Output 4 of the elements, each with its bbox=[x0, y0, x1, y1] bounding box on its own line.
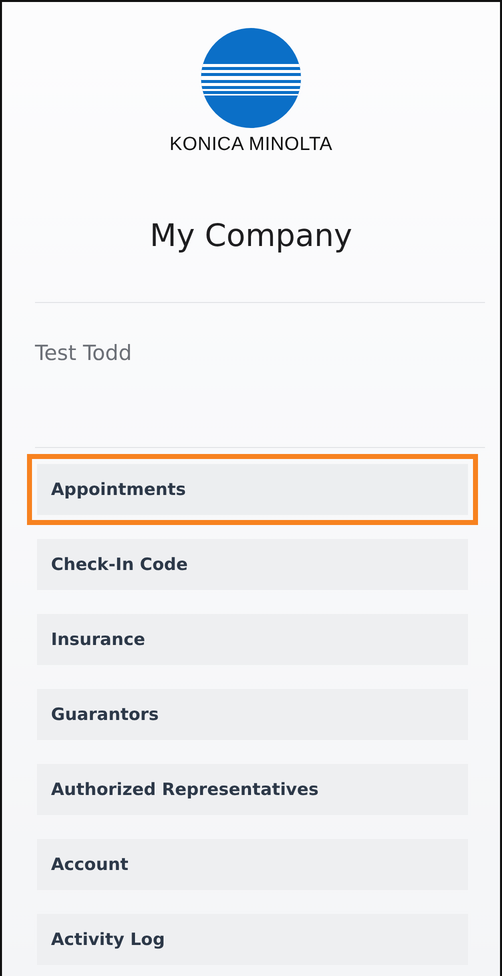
brand-wordmark: KONICA MINOLTA bbox=[170, 134, 332, 156]
menu-item[interactable]: Appointments bbox=[27, 454, 478, 525]
user-name: Test Todd bbox=[35, 341, 132, 365]
company-name: My Company bbox=[150, 218, 352, 254]
